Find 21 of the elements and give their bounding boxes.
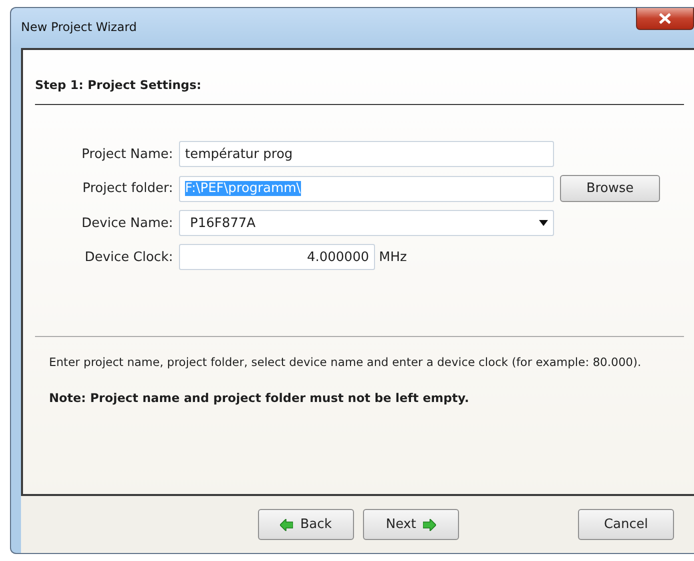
text-field[interactable]: températur prog [179,141,554,167]
next-button[interactable]: Next [363,509,459,540]
cancel-button[interactable]: Cancel [578,509,674,540]
close-button[interactable] [636,8,694,30]
close-icon [659,13,671,24]
caret-icon [539,220,548,226]
left-arrow-icon [280,518,294,530]
unit-label: MHz [379,250,407,264]
field-label: Device Name: [82,216,173,230]
note-text: Note: Project name and project folder must not be left empty. [49,391,470,405]
field-label: Project Name: [82,146,173,162]
dropdown[interactable]: P16F877A [179,210,554,236]
right-arrow-icon [423,518,436,530]
number-field[interactable]: 4.000000 [179,244,375,270]
window-title: New Project Wizard [21,20,137,34]
back-button[interactable]: Back [258,509,354,540]
step-title: Step 1: Project Settings: [35,78,684,105]
browse-button[interactable]: Browse [560,175,660,202]
field-label: Project folder: [82,181,173,196]
hint-text: Enter project name, project folder, select device name and enter a device clock (for example: 80.000). [49,355,642,369]
field-label: Device Clock: [84,250,173,264]
